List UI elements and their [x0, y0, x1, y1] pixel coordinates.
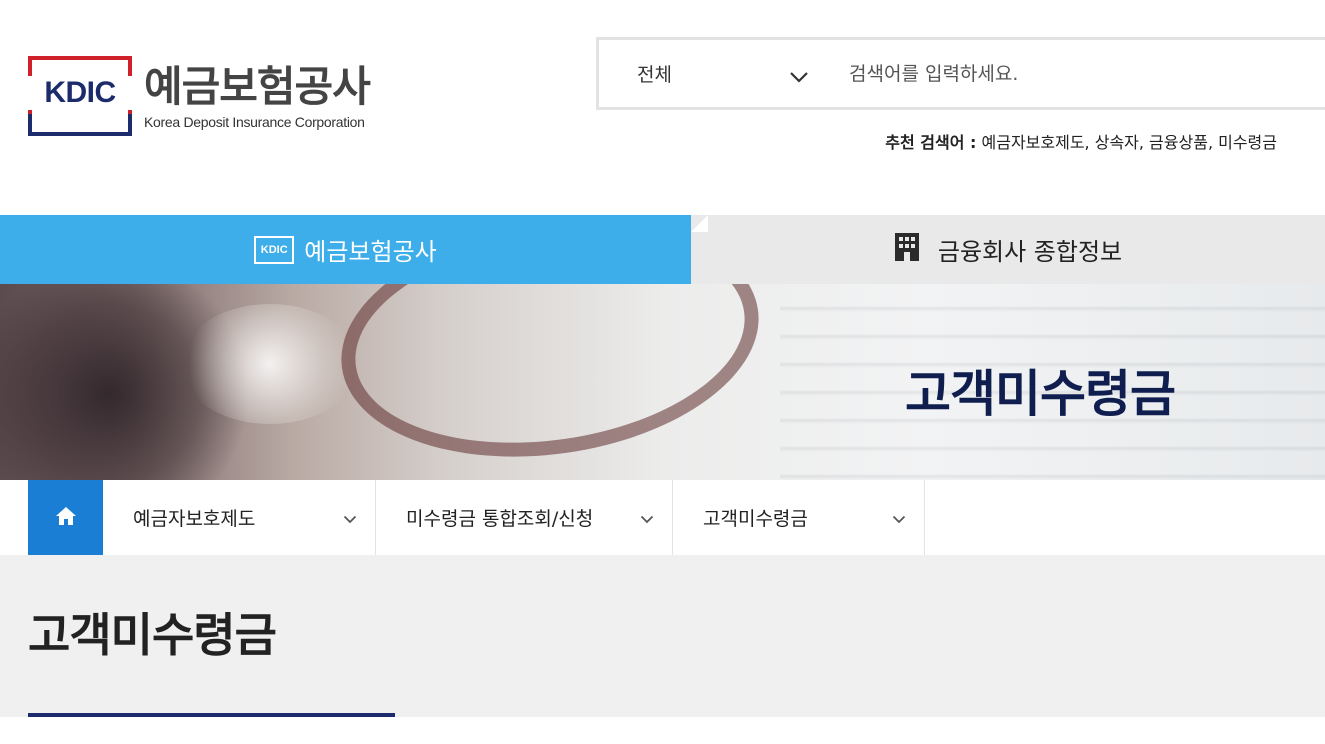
hero-banner: 고객미수령금 [0, 284, 1325, 480]
recommended-searches: 추천 검색어 : 예금자보호제도, 상속자, 금융상품, 미수령금 [885, 129, 1277, 153]
search-input[interactable] [831, 43, 1311, 104]
recommend-terms[interactable]: 예금자보호제도, 상속자, 금융상품, 미수령금 [982, 133, 1277, 152]
home-icon [55, 506, 77, 530]
chevron-down-icon [640, 507, 654, 529]
page-title: 고객미수령금 [28, 608, 277, 662]
site-logo[interactable]: KDIC 예금보험공사 Korea Deposit Insurance Corp… [28, 56, 371, 136]
breadcrumb-label: 미수령금 통합조회/신청 [406, 508, 594, 530]
tab-financial-info[interactable]: 금융회사 종합정보 [691, 215, 1325, 284]
kdic-badge-icon: KDIC [254, 235, 295, 264]
kdic-logo-mark: KDIC [28, 56, 132, 136]
tab-financial-info-label: 금융회사 종합정보 [937, 238, 1123, 266]
search-bar: 전체 [596, 37, 1325, 110]
logo-abbr: KDIC [28, 76, 132, 110]
breadcrumb: 예금자보호제도 미수령금 통합조회/신청 고객미수령금 [28, 480, 925, 555]
title-underline [28, 713, 395, 717]
search-scope-select[interactable]: 전체 [599, 40, 831, 107]
building-icon [894, 232, 920, 268]
logo-name-en: Korea Deposit Insurance Corporation [144, 114, 365, 130]
logo-name-ko: 예금보험공사 [144, 62, 371, 111]
tab-divider [674, 215, 691, 232]
breadcrumb-item-unclaimed-inquiry[interactable]: 미수령금 통합조회/신청 [376, 480, 673, 555]
breadcrumb-label: 고객미수령금 [703, 508, 808, 530]
breadcrumb-label: 예금자보호제도 [133, 508, 256, 530]
chevron-down-icon [789, 66, 809, 88]
site-tabs: KDIC 예금보험공사 금융회사 종합정보 [0, 215, 1325, 284]
content-area: 고객미수령금 [0, 555, 1325, 717]
tab-kdic-label: 예금보험공사 [304, 238, 437, 266]
breadcrumb-item-customer-unclaimed[interactable]: 고객미수령금 [673, 480, 925, 555]
chevron-down-icon [343, 507, 357, 529]
chevron-down-icon [892, 507, 906, 529]
breadcrumb-item-deposit-protection[interactable]: 예금자보호제도 [103, 480, 376, 555]
tab-kdic[interactable]: KDIC 예금보험공사 [0, 215, 691, 284]
search-scope-value: 전체 [637, 64, 672, 86]
recommend-label: 추천 검색어 : [885, 133, 977, 152]
home-button[interactable] [28, 480, 103, 555]
tab-divider-notch [691, 215, 708, 232]
banner-title: 고객미수령금 [905, 365, 1176, 423]
